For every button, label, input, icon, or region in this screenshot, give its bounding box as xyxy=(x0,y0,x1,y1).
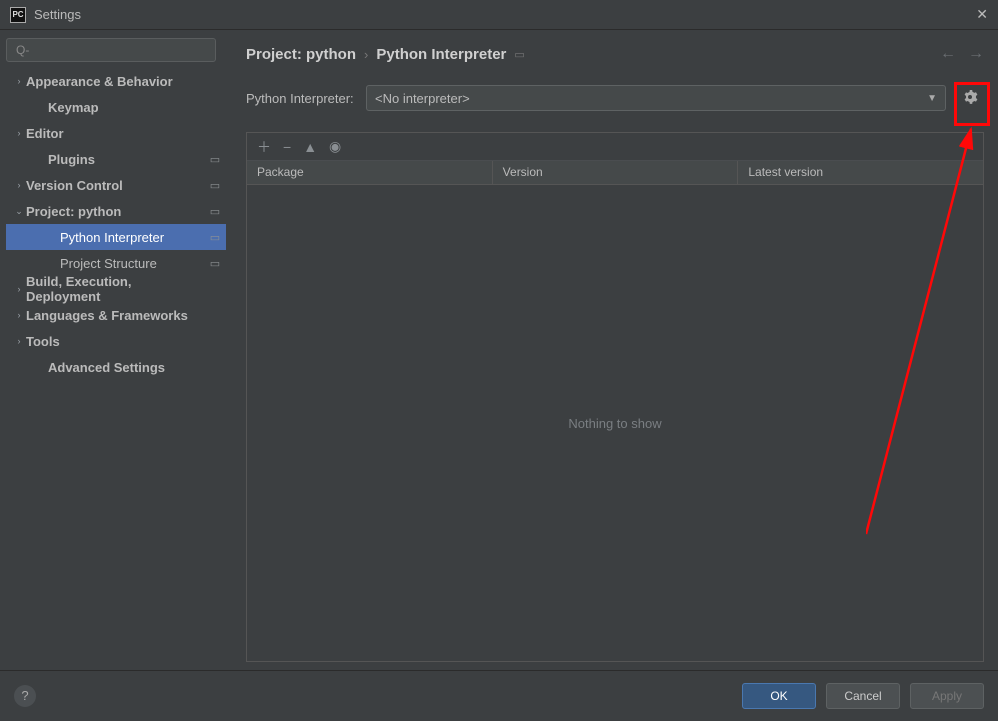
add-package-button[interactable]: ＋ xyxy=(257,137,271,157)
col-version[interactable]: Version xyxy=(493,161,739,184)
project-badge-icon: ▭ xyxy=(208,205,222,218)
remove-package-button[interactable]: − xyxy=(283,139,291,155)
show-early-releases-button[interactable]: ◉ xyxy=(329,138,341,155)
sidebar-item-build-execution-deployment[interactable]: ›Build, Execution, Deployment xyxy=(6,276,226,302)
chevron-down-icon: ▼ xyxy=(927,93,937,104)
window-title: Settings xyxy=(34,7,976,22)
upgrade-package-button[interactable]: ▲ xyxy=(303,139,317,155)
sidebar-item-label: Project Structure xyxy=(60,256,208,271)
app-icon: PC xyxy=(10,7,26,23)
packages-toolbar: ＋ − ▲ ◉ xyxy=(247,133,983,161)
col-latest[interactable]: Latest version xyxy=(738,161,983,184)
sidebar-item-label: Python Interpreter xyxy=(60,230,208,245)
caret-icon: › xyxy=(12,336,26,346)
project-badge-icon: ▭ xyxy=(514,48,524,61)
help-button[interactable]: ? xyxy=(14,685,36,707)
sidebar-item-appearance-behavior[interactable]: ›Appearance & Behavior xyxy=(6,68,226,94)
sidebar-item-label: Project: python xyxy=(26,204,208,219)
sidebar-item-plugins[interactable]: Plugins▭ xyxy=(6,146,226,172)
search-input[interactable] xyxy=(6,38,216,62)
sidebar-item-tools[interactable]: ›Tools xyxy=(6,328,226,354)
sidebar-item-version-control[interactable]: ›Version Control▭ xyxy=(6,172,226,198)
sidebar-item-label: Languages & Frameworks xyxy=(26,308,208,323)
breadcrumb-project: Project: python xyxy=(246,46,356,63)
caret-icon: › xyxy=(12,310,26,320)
sidebar-item-project-structure[interactable]: Project Structure▭ xyxy=(6,250,226,276)
search-icon: Q- xyxy=(16,43,29,57)
caret-icon: › xyxy=(12,284,26,294)
gear-icon xyxy=(962,89,978,108)
breadcrumb: Project: python › Python Interpreter ▭ ←… xyxy=(246,38,984,70)
cancel-button[interactable]: Cancel xyxy=(826,683,900,709)
sidebar-item-label: Version Control xyxy=(26,178,208,193)
project-badge-icon: ▭ xyxy=(208,179,222,192)
breadcrumb-page: Python Interpreter xyxy=(376,46,506,63)
close-icon[interactable]: ✕ xyxy=(976,6,988,23)
caret-icon: › xyxy=(12,76,26,86)
sidebar-item-keymap[interactable]: Keymap xyxy=(6,94,226,120)
interpreter-value: <No interpreter> xyxy=(375,91,927,106)
sidebar-item-label: Build, Execution, Deployment xyxy=(26,274,208,304)
sidebar-item-label: Advanced Settings xyxy=(48,360,208,375)
packages-header: Package Version Latest version xyxy=(247,161,983,185)
title-bar: PC Settings ✕ xyxy=(0,0,998,30)
sidebar-item-project-python[interactable]: ⌄Project: python▭ xyxy=(6,198,226,224)
sidebar-item-label: Plugins xyxy=(48,152,208,167)
col-package[interactable]: Package xyxy=(247,161,493,184)
interpreter-label: Python Interpreter: xyxy=(246,91,356,106)
sidebar-item-label: Appearance & Behavior xyxy=(26,74,208,89)
settings-sidebar: Q- ›Appearance & BehaviorKeymap›EditorPl… xyxy=(0,30,232,670)
sidebar-item-label: Keymap xyxy=(48,100,208,115)
settings-tree: ›Appearance & BehaviorKeymap›EditorPlugi… xyxy=(6,68,226,662)
packages-empty: Nothing to show xyxy=(247,185,983,661)
nav-forward-icon[interactable]: → xyxy=(968,45,984,63)
caret-icon: › xyxy=(12,180,26,190)
sidebar-item-python-interpreter[interactable]: Python Interpreter▭ xyxy=(6,224,226,250)
apply-button[interactable]: Apply xyxy=(910,683,984,709)
project-badge-icon: ▭ xyxy=(208,257,222,270)
caret-icon: ⌄ xyxy=(12,206,26,217)
main-panel: Project: python › Python Interpreter ▭ ←… xyxy=(232,30,998,670)
sidebar-item-label: Editor xyxy=(26,126,208,141)
sidebar-item-languages-frameworks[interactable]: ›Languages & Frameworks xyxy=(6,302,226,328)
project-badge-icon: ▭ xyxy=(208,231,222,244)
dialog-footer: ? OK Cancel Apply xyxy=(0,670,998,720)
sidebar-item-label: Tools xyxy=(26,334,208,349)
sidebar-item-advanced-settings[interactable]: Advanced Settings xyxy=(6,354,226,380)
sidebar-item-editor[interactable]: ›Editor xyxy=(6,120,226,146)
interpreter-settings-button[interactable] xyxy=(956,84,984,112)
project-badge-icon: ▭ xyxy=(208,153,222,166)
nav-back-icon[interactable]: ← xyxy=(940,45,956,63)
interpreter-dropdown[interactable]: <No interpreter> ▼ xyxy=(366,85,946,111)
packages-panel: ＋ − ▲ ◉ Package Version Latest version N… xyxy=(246,132,984,662)
caret-icon: › xyxy=(12,128,26,138)
ok-button[interactable]: OK xyxy=(742,683,816,709)
chevron-right-icon: › xyxy=(364,47,368,62)
